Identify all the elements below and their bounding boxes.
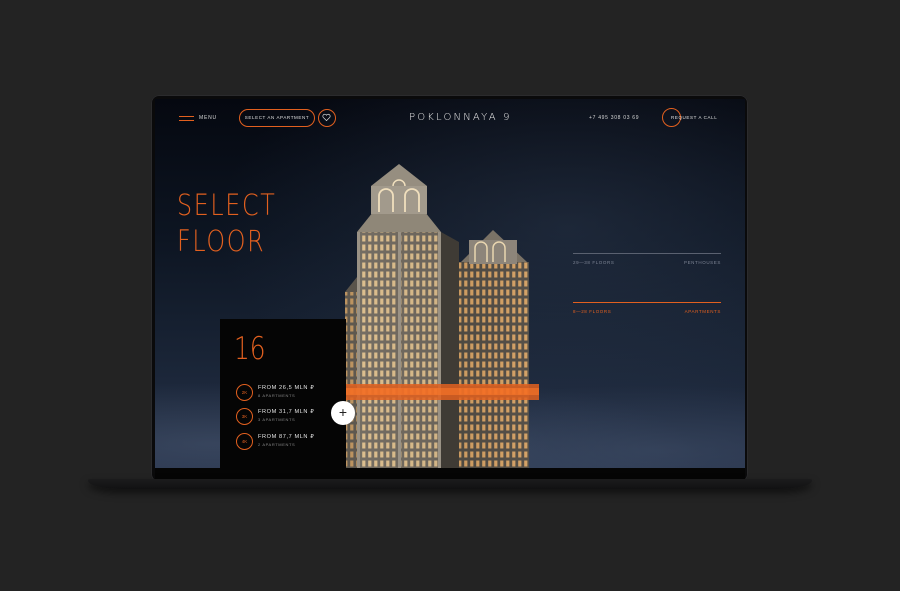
room-count-badge: 2K bbox=[236, 384, 253, 401]
menu-button[interactable]: MENU bbox=[199, 115, 217, 121]
tower-building-image[interactable] bbox=[343, 162, 553, 468]
floor-range-label: 8—28 FLOORS bbox=[573, 309, 612, 314]
apartment-option[interactable]: 4K FROM 87,7 MLN ₽ 2 APARTMENTS bbox=[236, 433, 346, 451]
apartment-price: FROM 31,7 MLN ₽ bbox=[258, 409, 315, 415]
heart-icon bbox=[322, 113, 331, 122]
floor-range-link-active[interactable]: 8—28 FLOORS APARTMENTS bbox=[573, 302, 721, 314]
apartment-option[interactable]: 3K FROM 31,7 MLN ₽ 3 APARTMENTS bbox=[236, 408, 346, 426]
page-title-line-1: SELECT bbox=[177, 188, 277, 222]
floor-range-label: 29—38 FLOORS bbox=[573, 260, 615, 265]
floor-type-label: PENTHOUSES bbox=[683, 260, 721, 265]
divider bbox=[573, 253, 721, 254]
phone-number[interactable]: +7 495 308 03 69 bbox=[589, 115, 639, 121]
favorites-button[interactable] bbox=[318, 109, 336, 127]
apartment-price: FROM 87,7 MLN ₽ bbox=[258, 434, 315, 440]
page-title: SELECT FLOOR bbox=[177, 187, 276, 259]
room-count-badge: 3K bbox=[236, 408, 253, 425]
floor-range-link[interactable]: 29—38 FLOORS PENTHOUSES bbox=[573, 253, 721, 265]
request-call-button[interactable]: REQUEST A CALL bbox=[671, 115, 717, 120]
floor-number: 16 bbox=[234, 331, 266, 367]
website-screen: MENU SELECT AN APARTMENT POKLONNAYA 9 +7… bbox=[155, 99, 745, 468]
laptop-base bbox=[88, 479, 812, 489]
divider bbox=[573, 302, 721, 303]
brand-logo[interactable]: POKLONNAYA 9 bbox=[409, 112, 512, 123]
apartment-option[interactable]: 2K FROM 26,5 MLN ₽ 8 APARTMENTS bbox=[236, 384, 346, 402]
floor-info-panel: 16 2K FROM 26,5 MLN ₽ 8 APARTMENTS 3K FR… bbox=[220, 319, 346, 468]
select-apartment-button[interactable]: SELECT AN APARTMENT bbox=[239, 109, 315, 127]
floor-type-label: APARTMENTS bbox=[684, 309, 721, 314]
apartment-count: 8 APARTMENTS bbox=[258, 393, 296, 398]
apartment-price: FROM 26,5 MLN ₽ bbox=[258, 385, 315, 391]
room-count-badge: 4K bbox=[236, 433, 253, 450]
apartment-count: 2 APARTMENTS bbox=[258, 442, 296, 447]
page-title-line-2: FLOOR bbox=[177, 224, 266, 258]
apartment-count: 3 APARTMENTS bbox=[258, 417, 296, 422]
plus-icon[interactable]: + bbox=[331, 401, 355, 425]
menu-icon[interactable] bbox=[179, 116, 194, 124]
